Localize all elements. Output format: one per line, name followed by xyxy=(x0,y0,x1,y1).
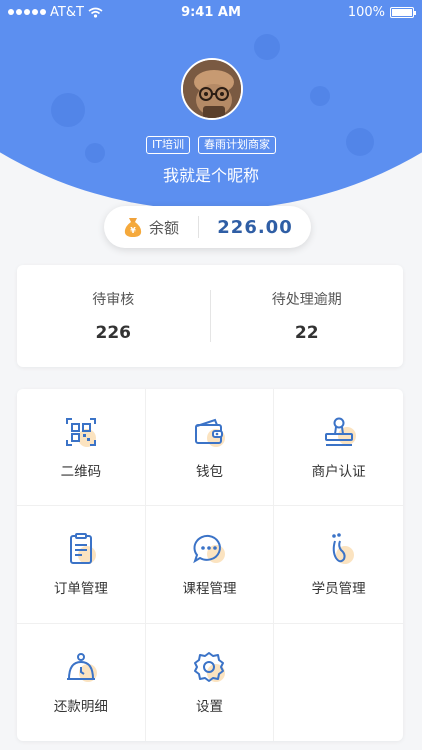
settings-gear-icon xyxy=(194,652,226,683)
stat-value: 226 xyxy=(95,323,132,343)
profile-tags: IT培训 春雨计划商家 xyxy=(0,136,422,154)
menu-label: 学员管理 xyxy=(311,581,366,598)
stats-card: 待审核 226 待处理逾期 22 xyxy=(17,265,403,367)
signal-icon xyxy=(8,9,46,15)
stat-pending-review[interactable]: 待审核 226 xyxy=(17,289,210,343)
menu-item-wallet[interactable]: 钱包 xyxy=(145,389,275,507)
wallet-icon xyxy=(195,418,226,448)
menu-label: 订单管理 xyxy=(53,581,108,598)
timer-icon xyxy=(66,653,97,683)
stat-value: 22 xyxy=(294,323,319,343)
menu-item-qr-code[interactable]: 二维码 xyxy=(17,389,146,507)
balance-label: 余额 xyxy=(148,218,179,237)
stat-label: 待处理逾期 xyxy=(271,292,342,308)
menu-grid: 二维码 钱包 商户认证 订单管理 课程管理 学员管理 还款明细 设置 xyxy=(17,389,403,741)
tag-category: IT培训 xyxy=(146,136,190,154)
menu-label: 商户认证 xyxy=(311,464,366,481)
menu-item-courses[interactable]: 课程管理 xyxy=(145,506,275,624)
clock: 9:41 AM xyxy=(181,4,241,20)
menu-item-students[interactable]: 学员管理 xyxy=(274,506,403,624)
menu-label: 课程管理 xyxy=(182,581,237,598)
footprint-icon xyxy=(331,533,354,565)
menu-item-orders[interactable]: 订单管理 xyxy=(17,506,146,624)
qr-code-icon xyxy=(65,418,96,448)
stat-label: 待审核 xyxy=(92,292,135,308)
balance-card[interactable]: ¥ 余额 226.00 xyxy=(104,206,311,248)
chat-bubble-icon xyxy=(193,535,226,564)
balance-value: 226.00 xyxy=(217,216,293,238)
money-bag-icon: ¥ xyxy=(124,218,142,237)
nickname: 我就是个昵称 xyxy=(162,166,259,185)
decor-bubble xyxy=(310,86,330,106)
menu-label: 二维码 xyxy=(60,464,102,481)
menu-item-repayments[interactable]: 还款明细 xyxy=(17,623,146,741)
stat-overdue[interactable]: 待处理逾期 22 xyxy=(211,289,404,343)
decor-bubble xyxy=(51,93,85,127)
battery-percent: 100% xyxy=(347,4,385,20)
menu-item-settings[interactable]: 设置 xyxy=(146,623,275,741)
wifi-icon xyxy=(88,7,103,18)
stamp-icon xyxy=(324,417,356,447)
decor-bubble xyxy=(254,34,280,60)
menu-label: 还款明细 xyxy=(53,699,108,716)
empty-cell xyxy=(274,624,403,741)
tag-program: 春雨计划商家 xyxy=(197,136,276,154)
avatar[interactable] xyxy=(181,58,243,120)
svg-text:¥: ¥ xyxy=(130,226,136,235)
order-document-icon xyxy=(69,533,96,565)
status-bar: AT&T 9:41 AM 100% xyxy=(0,0,422,24)
menu-label: 设置 xyxy=(195,699,223,716)
carrier-label: AT&T xyxy=(50,4,84,20)
battery-icon xyxy=(390,6,416,18)
menu-label: 钱包 xyxy=(195,464,223,481)
menu-item-merchant-cert[interactable]: 商户认证 xyxy=(274,389,403,507)
